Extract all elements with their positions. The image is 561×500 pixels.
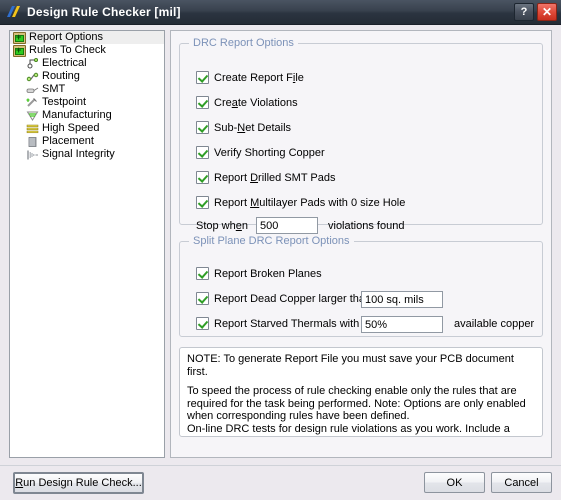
split-plane-legend: Split Plane DRC Report Options (193, 235, 350, 247)
tree-item-smt[interactable]: SMT (10, 83, 164, 96)
high-speed-icon (26, 123, 39, 135)
help-button[interactable]: ? (514, 3, 534, 21)
tree-item-label: Manufacturing (42, 109, 112, 121)
altium-logo-icon (6, 4, 22, 20)
smt-icon (26, 84, 39, 96)
tree-item-testpoint[interactable]: Testpoint (10, 96, 164, 109)
create-violations-row[interactable]: Create Violations (196, 95, 298, 110)
available-copper-label: available copper (454, 318, 535, 330)
note-line-2: To speed the process of rule checking en… (187, 385, 526, 422)
tree-item-report-options[interactable]: Report Options (10, 31, 164, 44)
create-report-file-row[interactable]: Create Report File (196, 70, 304, 85)
design-rule-checker-dialog: Design Rule Checker [mil] ? ✕ Report Opt… (0, 0, 561, 500)
options-panel: DRC Report Options Create Report File Cr… (170, 30, 552, 458)
tree-item-label: Placement (42, 135, 94, 147)
tree-item-placement[interactable]: Placement (10, 135, 164, 148)
note-box: NOTE: To generate Report File you must s… (179, 347, 543, 437)
violations-found-label: violations found (328, 219, 405, 232)
cancel-button[interactable]: Cancel (491, 472, 552, 493)
tree-item-label: Rules To Check (29, 44, 106, 56)
note-line-3: On-line DRC tests for design rule violat… (187, 422, 510, 437)
stop-when-row: Stop when violations found (196, 217, 404, 234)
dialog-body: Report Options Rules To Check Electrical (0, 25, 561, 465)
tree-item-label: Electrical (42, 57, 87, 69)
tree-item-label: High Speed (42, 122, 100, 134)
report-broken-planes-row[interactable]: Report Broken Planes (196, 266, 322, 281)
tree-item-electrical[interactable]: Electrical (10, 57, 164, 70)
navigation-tree[interactable]: Report Options Rules To Check Electrical (9, 30, 165, 458)
report-dead-copper-checkbox[interactable] (196, 292, 209, 305)
report-drilled-smt-pads-checkbox[interactable] (196, 171, 209, 184)
run-design-rule-check-button[interactable]: Run Design Rule Check... (13, 472, 144, 494)
stop-when-label: Stop when (196, 219, 248, 232)
tree-item-manufacturing[interactable]: Manufacturing (10, 109, 164, 122)
tree-item-label: Report Options (29, 31, 103, 43)
create-violations-checkbox[interactable] (196, 96, 209, 109)
sub-net-details-row[interactable]: Sub-Net Details (196, 120, 291, 135)
note-line-1: NOTE: To generate Report File you must s… (187, 353, 514, 378)
report-starved-thermals-checkbox[interactable] (196, 317, 209, 330)
report-dead-copper-row[interactable]: Report Dead Copper larger than (196, 291, 371, 306)
dead-copper-input[interactable] (361, 291, 443, 308)
tree-item-label: Testpoint (42, 96, 87, 108)
close-button[interactable]: ✕ (537, 3, 557, 21)
tree-item-label: Routing (42, 70, 80, 82)
folder-icon (13, 44, 26, 57)
report-drilled-smt-pads-label: Report Drilled SMT Pads (214, 171, 336, 184)
title-bar: Design Rule Checker [mil] ? ✕ (0, 0, 561, 25)
electrical-icon (26, 57, 39, 70)
report-dead-copper-label: Report Dead Copper larger than (214, 292, 372, 305)
tree-item-label: SMT (42, 83, 66, 95)
report-broken-planes-checkbox[interactable] (196, 267, 209, 280)
tree-item-signal-integrity[interactable]: Signal Integrity (10, 148, 164, 161)
signal-integrity-icon (26, 149, 39, 161)
manufacturing-icon (26, 110, 39, 122)
drc-report-options-group: DRC Report Options Create Report File Cr… (179, 37, 543, 234)
split-plane-drc-report-options-group: Split Plane DRC Report Options Report Br… (179, 235, 543, 337)
verify-shorting-copper-checkbox[interactable] (196, 146, 209, 159)
tree-item-rules-to-check[interactable]: Rules To Check (10, 44, 164, 57)
placement-icon (26, 136, 39, 148)
folder-icon (13, 31, 26, 44)
report-multilayer-pads-label: Report Multilayer Pads with 0 size Hole (214, 196, 406, 209)
report-multilayer-pads-checkbox[interactable] (196, 196, 209, 209)
testpoint-icon (26, 97, 39, 109)
sub-net-details-label: Sub-Net Details (214, 121, 292, 134)
create-report-file-checkbox[interactable] (196, 71, 209, 84)
window-title: Design Rule Checker [mil] (27, 5, 181, 19)
title-bar-buttons: ? ✕ (514, 3, 557, 21)
verify-shorting-copper-label: Verify Shorting Copper (214, 146, 325, 159)
starved-thermals-input[interactable] (361, 316, 443, 333)
drc-report-options-legend: DRC Report Options (193, 37, 294, 49)
tree-item-routing[interactable]: Routing (10, 70, 164, 83)
routing-icon (26, 71, 39, 83)
tree-item-label: Signal Integrity (42, 148, 115, 160)
ok-button[interactable]: OK (424, 472, 485, 493)
create-report-file-label: Create Report File (214, 71, 304, 84)
report-broken-planes-label: Report Broken Planes (214, 267, 322, 280)
verify-shorting-copper-row[interactable]: Verify Shorting Copper (196, 145, 325, 160)
report-drilled-smt-pads-row[interactable]: Report Drilled SMT Pads (196, 170, 335, 185)
sub-net-details-checkbox[interactable] (196, 121, 209, 134)
stop-when-input[interactable] (256, 217, 318, 234)
report-multilayer-pads-row[interactable]: Report Multilayer Pads with 0 size Hole (196, 195, 405, 210)
tree-item-high-speed[interactable]: High Speed (10, 122, 164, 135)
create-violations-label: Create Violations (214, 96, 298, 109)
